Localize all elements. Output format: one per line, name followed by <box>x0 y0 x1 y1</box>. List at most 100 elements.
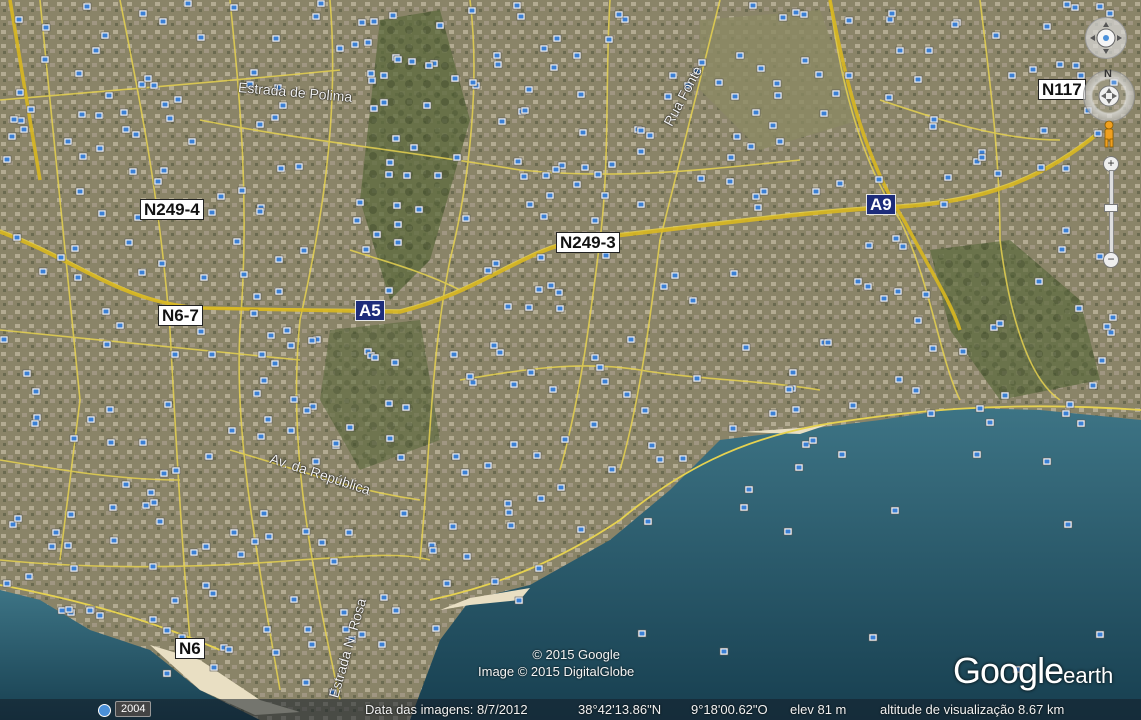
photo-marker-icon[interactable] <box>115 321 125 330</box>
photo-marker-icon[interactable] <box>726 153 736 162</box>
photo-marker-icon[interactable] <box>257 350 267 359</box>
photo-marker-icon[interactable] <box>1093 129 1103 138</box>
road-label-n249-3[interactable]: N249-3 <box>556 232 620 253</box>
photo-marker-icon[interactable] <box>148 615 158 624</box>
zoom-track[interactable] <box>1109 170 1114 254</box>
photo-marker-icon[interactable] <box>286 426 296 435</box>
photo-marker-icon[interactable] <box>124 238 134 247</box>
photo-marker-icon[interactable] <box>678 454 688 463</box>
photo-marker-icon[interactable] <box>580 163 590 172</box>
photo-marker-icon[interactable] <box>196 327 206 336</box>
photo-marker-icon[interactable] <box>128 167 138 176</box>
photo-marker-icon[interactable] <box>367 76 377 85</box>
photo-marker-icon[interactable] <box>141 501 151 510</box>
photo-marker-icon[interactable] <box>1057 245 1067 254</box>
photo-marker-icon[interactable] <box>207 350 217 359</box>
photo-marker-icon[interactable] <box>811 187 821 196</box>
photo-marker-icon[interactable] <box>467 6 477 15</box>
photo-marker-icon[interactable] <box>753 203 763 212</box>
photo-marker-icon[interactable] <box>255 207 265 216</box>
photo-marker-icon[interactable] <box>670 271 680 280</box>
photo-marker-icon[interactable] <box>614 10 624 19</box>
photo-marker-icon[interactable] <box>105 405 115 414</box>
historical-year-badge[interactable]: 2004 <box>115 701 152 717</box>
photo-marker-icon[interactable] <box>70 244 80 253</box>
photo-marker-icon[interactable] <box>926 409 936 418</box>
photo-marker-icon[interactable] <box>819 109 829 118</box>
photo-marker-icon[interactable] <box>137 268 147 277</box>
photo-marker-icon[interactable] <box>539 44 549 53</box>
photo-marker-icon[interactable] <box>393 220 403 229</box>
photo-marker-icon[interactable] <box>572 51 582 60</box>
photo-marker-icon[interactable] <box>239 270 249 279</box>
photo-marker-icon[interactable] <box>255 120 265 129</box>
photo-marker-icon[interactable] <box>884 93 894 102</box>
photo-marker-icon[interactable] <box>924 46 934 55</box>
photo-marker-icon[interactable] <box>286 341 296 350</box>
photo-marker-icon[interactable] <box>864 241 874 250</box>
photo-marker-icon[interactable] <box>853 277 863 286</box>
photo-marker-icon[interactable] <box>1063 520 1073 529</box>
photo-marker-icon[interactable] <box>778 13 788 22</box>
photo-marker-icon[interactable] <box>385 434 395 443</box>
photo-marker-icon[interactable] <box>69 434 79 443</box>
photo-marker-icon[interactable] <box>1034 277 1044 286</box>
photo-marker-icon[interactable] <box>106 438 116 447</box>
photo-marker-icon[interactable] <box>301 527 311 536</box>
photo-marker-icon[interactable] <box>943 173 953 182</box>
photo-marker-icon[interactable] <box>311 12 321 21</box>
photo-marker-icon[interactable] <box>86 415 96 424</box>
photo-marker-icon[interactable] <box>56 253 66 262</box>
photo-marker-icon[interactable] <box>264 532 274 541</box>
photo-marker-icon[interactable] <box>102 340 112 349</box>
photo-marker-icon[interactable] <box>95 144 105 153</box>
photo-marker-icon[interactable] <box>173 95 183 104</box>
photo-marker-icon[interactable] <box>355 198 365 207</box>
photo-marker-icon[interactable] <box>1061 226 1071 235</box>
photo-marker-icon[interactable] <box>894 375 904 384</box>
photo-marker-icon[interactable] <box>1070 3 1080 12</box>
photo-marker-icon[interactable] <box>1095 2 1105 11</box>
photo-marker-icon[interactable] <box>435 21 445 30</box>
photo-marker-icon[interactable] <box>69 564 79 573</box>
photo-marker-icon[interactable] <box>249 309 259 318</box>
photo-marker-icon[interactable] <box>91 46 101 55</box>
photo-marker-icon[interactable] <box>236 550 246 559</box>
photo-marker-icon[interactable] <box>307 640 317 649</box>
photo-marker-icon[interactable] <box>433 171 443 180</box>
photo-marker-icon[interactable] <box>601 251 611 260</box>
photo-marker-icon[interactable] <box>82 2 92 11</box>
photo-marker-icon[interactable] <box>391 606 401 615</box>
photo-marker-icon[interactable] <box>331 439 341 448</box>
photo-marker-icon[interactable] <box>1076 419 1086 428</box>
photo-marker-icon[interactable] <box>808 436 818 445</box>
photo-marker-icon[interactable] <box>975 404 985 413</box>
photo-marker-icon[interactable] <box>950 20 960 29</box>
photo-marker-icon[interactable] <box>232 237 242 246</box>
photo-marker-icon[interactable] <box>576 90 586 99</box>
photo-marker-icon[interactable] <box>837 450 847 459</box>
photo-marker-icon[interactable] <box>350 40 360 49</box>
photo-marker-icon[interactable] <box>1062 0 1072 9</box>
photo-marker-icon[interactable] <box>768 121 778 130</box>
photo-marker-icon[interactable] <box>1088 381 1098 390</box>
photo-marker-icon[interactable] <box>506 521 516 530</box>
photo-marker-icon[interactable] <box>1007 71 1017 80</box>
photo-marker-icon[interactable] <box>788 368 798 377</box>
photo-marker-icon[interactable] <box>385 158 395 167</box>
photo-marker-icon[interactable] <box>451 452 461 461</box>
photo-marker-icon[interactable] <box>262 625 272 634</box>
photo-marker-icon[interactable] <box>199 273 209 282</box>
photo-marker-icon[interactable] <box>1102 322 1112 331</box>
photo-marker-icon[interactable] <box>465 372 475 381</box>
photo-marker-icon[interactable] <box>637 629 647 638</box>
photo-marker-icon[interactable] <box>775 137 785 146</box>
photo-marker-icon[interactable] <box>536 494 546 503</box>
photo-marker-icon[interactable] <box>74 69 84 78</box>
photo-marker-icon[interactable] <box>101 307 111 316</box>
photo-marker-icon[interactable] <box>407 57 417 66</box>
photo-marker-icon[interactable] <box>227 426 237 435</box>
photo-marker-icon[interactable] <box>928 344 938 353</box>
photo-marker-icon[interactable] <box>163 400 173 409</box>
photo-marker-icon[interactable] <box>835 179 845 188</box>
